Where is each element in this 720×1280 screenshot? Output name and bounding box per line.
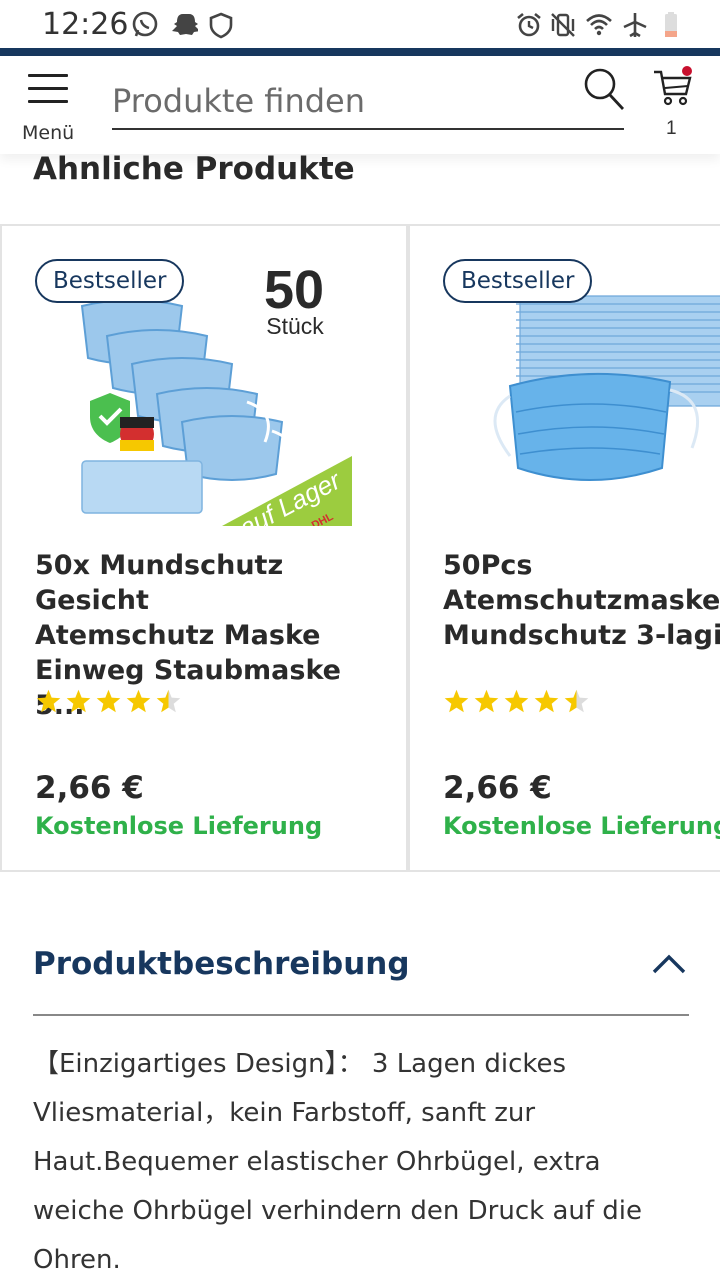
menu-label: Menü <box>22 122 75 144</box>
snapchat-icon <box>172 14 198 35</box>
product-price: 2,66 € <box>35 770 144 806</box>
star-icon <box>474 689 499 713</box>
battery-icon <box>665 12 677 37</box>
product-carousel[interactable]: Bestseller auf Lager DHL 50 Stück 50x Mu… <box>0 224 720 872</box>
product-price: 2,66 € <box>443 770 552 806</box>
airplane-icon <box>623 13 647 38</box>
star-icon <box>534 689 559 713</box>
product-title[interactable]: 50Pcs Atemschutzmasken Mundschutz 3-lagi… <box>443 548 720 653</box>
header: Menü 1 <box>0 56 720 154</box>
description-text: 【Einzigartiges Design】： 3 Lagen dickes V… <box>33 1049 642 1275</box>
menu-button[interactable]: Menü <box>18 70 80 146</box>
status-time: 12:26 <box>42 7 129 42</box>
star-icon <box>504 689 529 713</box>
image-count-label: 50 <box>264 260 324 320</box>
whatsapp-icon <box>132 11 158 37</box>
rating-stars <box>35 688 182 718</box>
star-icon <box>36 689 61 713</box>
section-title: Ähnliche Produkte <box>33 151 355 187</box>
star-icon <box>66 689 91 713</box>
star-icon <box>564 689 589 713</box>
delivery-label: Kostenlose Lieferung <box>443 812 720 840</box>
shield-icon <box>209 12 233 39</box>
chevron-up-icon[interactable] <box>651 950 687 976</box>
description-title: Produktbeschreibung <box>33 946 410 982</box>
star-icon <box>96 689 121 713</box>
bestseller-badge: Bestseller <box>35 259 185 303</box>
vibrate-icon <box>551 13 575 37</box>
product-card[interactable]: Bestseller 50Pcs Atemschutzmasken Mundsc… <box>408 226 720 870</box>
star-icon <box>156 689 181 713</box>
rating-stars <box>443 688 590 718</box>
alarm-icon <box>517 12 541 37</box>
search-input[interactable] <box>112 74 624 130</box>
cart-button[interactable]: 1 <box>650 64 696 144</box>
cart-count: 1 <box>666 118 677 139</box>
star-icon <box>444 689 469 713</box>
star-icon <box>126 689 151 713</box>
hamburger-icon <box>28 74 68 104</box>
wifi-icon <box>586 14 612 36</box>
search-icon[interactable] <box>582 66 626 112</box>
delivery-label: Kostenlose Lieferung <box>35 812 323 840</box>
header-accent-bar <box>0 48 720 56</box>
cart-icon <box>654 66 692 106</box>
product-card[interactable]: Bestseller auf Lager DHL 50 Stück 50x Mu… <box>0 226 408 870</box>
description-header[interactable]: Produktbeschreibung <box>33 940 689 1016</box>
image-unit-label: Stück <box>266 313 324 339</box>
status-bar: 12:26 <box>0 0 720 48</box>
bestseller-badge: Bestseller <box>443 259 593 303</box>
